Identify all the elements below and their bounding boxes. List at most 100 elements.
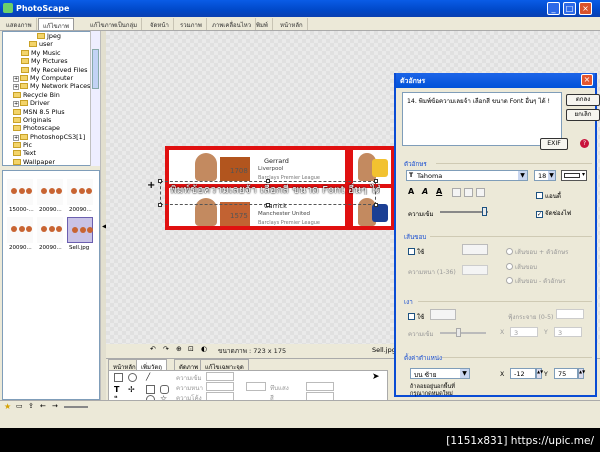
position-align-select[interactable]: บน ซ้าย ▼: [410, 368, 470, 379]
tree-item[interactable]: Wallpaper: [3, 158, 99, 165]
pointer-icon[interactable]: ➤: [372, 372, 380, 382]
tab-3[interactable]: จัดหน้า: [146, 18, 174, 30]
border-use-checkbox[interactable]: ใช้: [408, 247, 424, 257]
shadow-color-picker[interactable]: [430, 309, 456, 320]
pos-x-spinner[interactable]: ▲▼: [536, 368, 543, 379]
tree-item[interactable]: + My Computer: [3, 74, 99, 82]
tree-item[interactable]: + My Network Places: [3, 82, 99, 91]
align-left-button[interactable]: [452, 188, 461, 197]
shadow-y-input[interactable]: 3: [554, 327, 582, 337]
thumbnail[interactable]: [67, 179, 93, 205]
align-right-button[interactable]: [476, 188, 485, 197]
back-icon[interactable]: ←: [40, 402, 46, 410]
shadow-x-input[interactable]: 3: [510, 327, 538, 337]
dialog-close-button[interactable]: ×: [581, 74, 593, 86]
tree-item[interactable]: My Music: [3, 49, 99, 57]
rotate-left-icon[interactable]: ↶: [150, 345, 156, 353]
tree-scrollbar[interactable]: [90, 31, 100, 166]
font-select[interactable]: T Tahoma ▼: [406, 170, 528, 181]
pos-y-spinner[interactable]: ▲▼: [578, 368, 585, 379]
color-picker[interactable]: ▾: [561, 170, 587, 181]
folder-tree[interactable]: Jpeg user My Music My Pictures My Received F…: [2, 31, 100, 166]
thumbnail[interactable]: [67, 217, 93, 243]
rectangle-icon[interactable]: [146, 385, 155, 394]
tree-item[interactable]: MSN 8.5 Plus: [3, 108, 99, 116]
shadow-opacity-slider[interactable]: [440, 332, 486, 334]
tree-item[interactable]: Photoscape: [3, 124, 99, 132]
antialias-checkbox[interactable]: แอนตี้: [536, 191, 561, 201]
thumbnail[interactable]: [7, 179, 33, 205]
edit-tab-1[interactable]: เพิ่มวัตถุ: [136, 359, 167, 371]
rotate-right-icon[interactable]: ↷: [163, 345, 169, 353]
photo-icon[interactable]: [114, 373, 123, 382]
tree-item[interactable]: Originals: [3, 116, 99, 124]
maximize-button[interactable]: □: [563, 2, 576, 15]
border-option-1[interactable]: เส้นขอบ + ตัวอักษร: [506, 247, 568, 257]
panel-input-2[interactable]: [206, 382, 234, 391]
tree-item[interactable]: Jpeg: [3, 32, 99, 40]
tree-item[interactable]: My Received Files: [3, 66, 99, 74]
tab-0[interactable]: แสดงภาพ: [2, 18, 37, 30]
tab-6[interactable]: พิมพ์: [252, 18, 273, 30]
folder-up-icon[interactable]: ⇪: [28, 402, 34, 410]
tree-item[interactable]: user: [3, 40, 99, 48]
thumbnail[interactable]: [37, 179, 63, 205]
panel-input-1[interactable]: [206, 372, 234, 381]
move-crosshair-icon[interactable]: +: [147, 180, 155, 191]
help-icon[interactable]: ?: [580, 139, 589, 148]
edit-tab-3[interactable]: แก้ไขเฉพาะจุด: [200, 359, 249, 371]
text-tool-icon[interactable]: T: [114, 385, 119, 394]
underline-button[interactable]: A: [436, 187, 442, 196]
text-selection-box[interactable]: [160, 181, 376, 205]
tab-7[interactable]: หน้าหลัก: [276, 18, 308, 30]
rounded-rect-icon[interactable]: [160, 385, 169, 394]
italic-button[interactable]: A: [422, 187, 428, 196]
spacing-checkbox[interactable]: ✓ จัดช่องไฟ: [536, 208, 571, 218]
edit-tab-2[interactable]: ตัดภาพ: [174, 359, 204, 371]
thumb-size-slider[interactable]: [64, 406, 88, 408]
opacity-slider-knob[interactable]: [482, 207, 487, 216]
close-button[interactable]: ×: [579, 2, 592, 15]
balloon-icon[interactable]: [128, 373, 137, 382]
text-input-area[interactable]: 14. พิมพ์ข้อความเลยจ้า เลือกสี ขนาด Font…: [402, 92, 562, 146]
bold-button[interactable]: A: [408, 187, 414, 196]
border-option-2[interactable]: เส้นขอบ: [506, 262, 537, 272]
tab-4[interactable]: รวมภาพ: [176, 18, 207, 30]
tab-2[interactable]: แก้ไขภาพเป็นกลุ่ม: [86, 18, 143, 30]
forward-icon[interactable]: →: [52, 402, 58, 410]
opacity-slider[interactable]: [440, 211, 488, 213]
font-size-select[interactable]: 18 ▼: [534, 170, 556, 181]
ok-button[interactable]: ตกลง: [566, 94, 600, 106]
draw-line-icon[interactable]: ╱: [146, 373, 155, 382]
minimize-button[interactable]: _: [547, 2, 560, 15]
tree-item[interactable]: Pic: [3, 141, 99, 149]
symbol-icon[interactable]: ✢: [128, 385, 135, 394]
cancel-button[interactable]: ยกเลิก: [566, 109, 600, 121]
tree-item[interactable]: + PhotoshopCS3[1]: [3, 133, 99, 141]
border-width-input[interactable]: [462, 265, 488, 275]
folder-open-icon[interactable]: ▭: [16, 402, 23, 410]
shadow-opacity-knob[interactable]: [456, 328, 461, 337]
align-center-button[interactable]: [464, 188, 473, 197]
thumbnail[interactable]: [37, 217, 63, 243]
fit-icon[interactable]: ⊡: [188, 345, 194, 353]
tree-item[interactable]: Recycle Bin: [3, 91, 99, 99]
pos-y-input[interactable]: 75: [554, 368, 578, 379]
shadow-blur-input[interactable]: [556, 309, 584, 319]
shadow-use-checkbox[interactable]: ใช้: [408, 312, 424, 322]
thumbnail[interactable]: [7, 217, 33, 243]
favorite-icon[interactable]: ★: [4, 402, 11, 411]
expand-icon[interactable]: +: [13, 75, 19, 82]
tab-1[interactable]: แก้ไขภาพ: [38, 18, 74, 30]
tree-item[interactable]: + Driver: [3, 99, 99, 108]
border-option-3[interactable]: เส้นขอบ - ตัวอักษร: [506, 276, 566, 286]
panel-input-5[interactable]: [306, 382, 334, 391]
exif-button[interactable]: EXIF: [540, 138, 568, 150]
panel-input-4[interactable]: [246, 382, 266, 391]
pos-x-input[interactable]: -12: [510, 368, 536, 379]
expand-icon[interactable]: +: [13, 134, 19, 141]
tab-5[interactable]: ภาพเคลื่อนไหว: [208, 18, 257, 30]
zoom-icon[interactable]: ⊕: [176, 345, 182, 353]
tree-item[interactable]: My Pictures: [3, 57, 99, 65]
expand-icon[interactable]: +: [13, 101, 19, 108]
